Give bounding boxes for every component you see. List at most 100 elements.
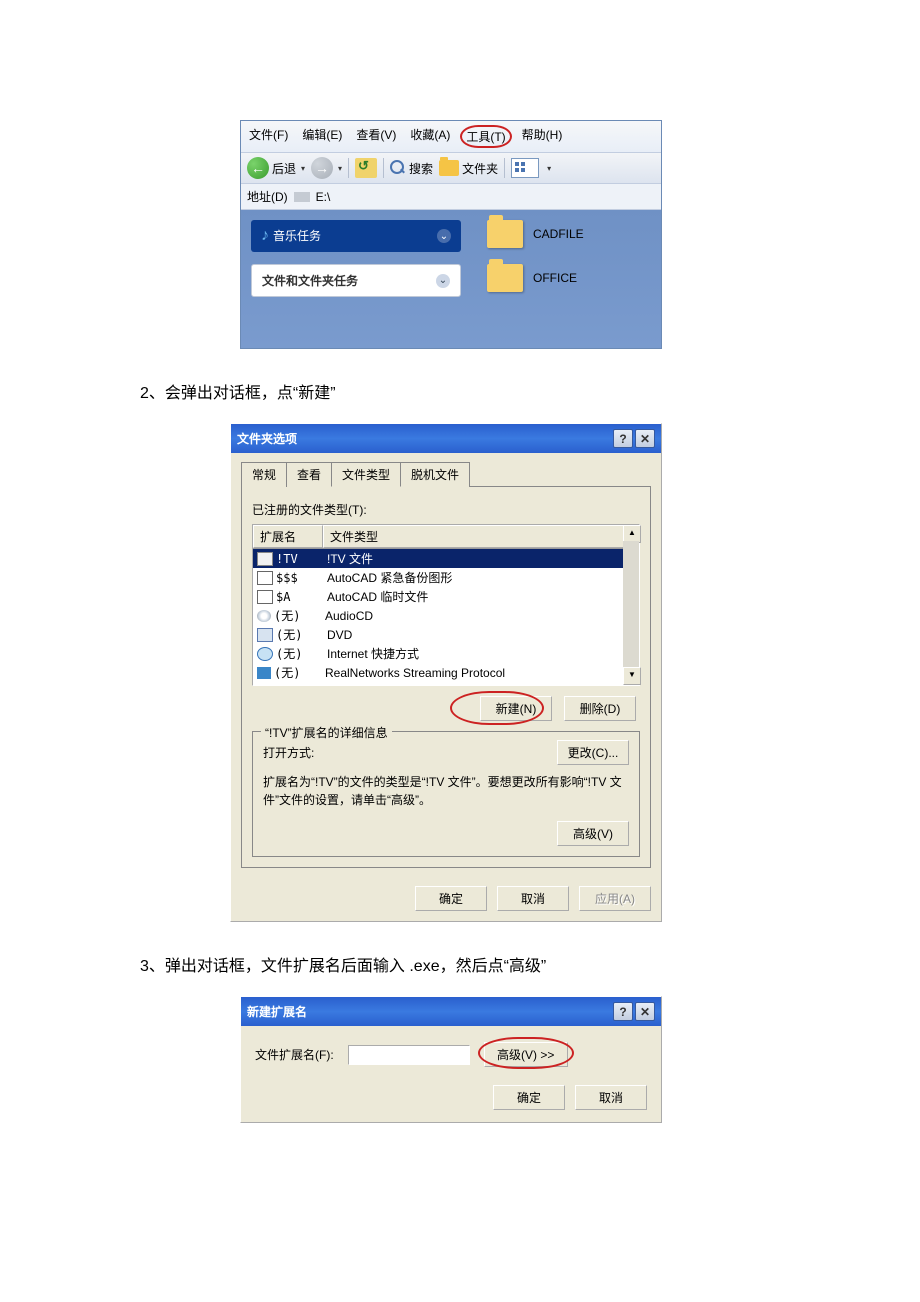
type-cell: AutoCAD 紧急备份图形 <box>327 569 452 586</box>
folder-item[interactable]: OFFICE <box>487 264 584 292</box>
type-cell: Internet 快捷方式 <box>327 645 419 662</box>
ext-cell: !TV <box>276 552 324 566</box>
ext-cell: $A <box>276 590 324 604</box>
tab-general[interactable]: 常规 <box>241 462 287 487</box>
real-icon <box>257 667 271 679</box>
menu-tools[interactable]: 工具(T) <box>460 125 511 148</box>
open-with-label: 打开方式: <box>263 744 314 761</box>
ext-cell: (无) <box>274 664 322 681</box>
file-icon <box>257 571 273 585</box>
col-filetype: 文件类型 <box>323 525 639 548</box>
ext-cell: (无) <box>276 645 324 662</box>
type-cell: RealNetworks Streaming Protocol <box>325 666 505 680</box>
menu-edit[interactable]: 编辑(E) <box>302 126 342 147</box>
toolbar: 后退 ▾ ▾ 搜索 文件夹 ▾ <box>241 153 661 184</box>
folder-item[interactable]: CADFILE <box>487 220 584 248</box>
type-cell: AutoCAD 临时文件 <box>327 588 428 605</box>
list-item[interactable]: (无) DVD <box>253 625 639 644</box>
titlebar: 文件夹选项 ? ✕ <box>231 424 661 453</box>
groupbox-title: “!TV”扩展名的详细信息 <box>261 724 392 741</box>
menu-favorites[interactable]: 收藏(A) <box>410 126 450 147</box>
tab-offline[interactable]: 脱机文件 <box>400 462 470 487</box>
menu-help[interactable]: 帮助(H) <box>522 126 563 147</box>
ext-cell: $$$ <box>276 571 324 585</box>
menu-view[interactable]: 查看(V) <box>356 126 396 147</box>
col-extension: 扩展名 <box>253 525 323 548</box>
search-label: 搜索 <box>409 160 433 177</box>
back-icon <box>247 157 269 179</box>
music-tasks-pane[interactable]: ♪音乐任务 ⌄ <box>251 220 461 252</box>
titlebar: 新建扩展名 ? ✕ <box>241 997 661 1026</box>
list-item[interactable]: $$$ AutoCAD 紧急备份图形 <box>253 568 639 587</box>
search-icon <box>390 160 406 176</box>
up-button[interactable] <box>355 158 377 178</box>
change-button[interactable]: 更改(C)... <box>557 740 629 765</box>
folder-icon <box>439 160 459 176</box>
step-3-text: 3、弹出对话框，文件扩展名后面输入 .exe，然后点“高级” <box>140 952 780 976</box>
address-value[interactable]: E:\ <box>316 190 331 204</box>
tabs: 常规 查看 文件类型 脱机文件 <box>241 461 651 487</box>
type-cell: AudioCD <box>325 609 373 623</box>
dialog-footer: 确定 取消 应用(A) <box>231 878 661 921</box>
folder-name: OFFICE <box>533 271 577 285</box>
cd-icon <box>257 610 271 622</box>
menu-file[interactable]: 文件(F) <box>249 126 288 147</box>
file-icon <box>257 590 273 604</box>
dialog-title: 文件夹选项 <box>237 430 297 447</box>
ext-cell: (无) <box>274 607 322 624</box>
list-item[interactable]: (无) AudioCD <box>253 606 639 625</box>
extension-input[interactable] <box>348 1045 470 1065</box>
ok-button[interactable]: 确定 <box>415 886 487 911</box>
delete-button[interactable]: 删除(D) <box>564 696 636 721</box>
ok-button[interactable]: 确定 <box>493 1085 565 1110</box>
cancel-button[interactable]: 取消 <box>575 1085 647 1110</box>
list-item[interactable]: (无) RealNetworks Streaming Protocol <box>253 663 639 681</box>
back-label: 后退 <box>272 160 296 177</box>
apply-button[interactable]: 应用(A) <box>579 886 651 911</box>
list-item[interactable]: $A AutoCAD 临时文件 <box>253 587 639 606</box>
registered-types-label: 已注册的文件类型(T): <box>252 501 640 518</box>
chevron-icon: ⌄ <box>436 274 450 288</box>
extension-label: 文件扩展名(F): <box>255 1046 334 1063</box>
tab-view[interactable]: 查看 <box>286 462 332 487</box>
filetypes-listbox[interactable]: 扩展名 文件类型 !TV !TV 文件 $$$ AutoCAD 紧急备份图形 <box>252 524 640 686</box>
search-button[interactable]: 搜索 <box>390 160 433 177</box>
list-item[interactable]: (无) Internet 快捷方式 <box>253 644 639 663</box>
scrollbar[interactable]: ▲ ▼ <box>623 525 639 685</box>
cancel-button[interactable]: 取消 <box>497 886 569 911</box>
help-button[interactable]: ? <box>613 429 633 448</box>
list-item[interactable]: !TV !TV 文件 <box>253 549 639 568</box>
folder-options-dialog: 文件夹选项 ? ✕ 常规 查看 文件类型 脱机文件 已注册的文件类型(T): 扩… <box>230 423 662 922</box>
scrollbar-track <box>623 541 639 669</box>
address-bar: 地址(D) E:\ <box>241 184 661 210</box>
type-cell: DVD <box>327 628 352 642</box>
forward-button[interactable]: ▾ <box>311 157 342 179</box>
help-button[interactable]: ? <box>613 1002 633 1021</box>
tasks-panel: ♪ 音乐任务 ⌄ 文件和文件夹任务 ⌄ <box>251 220 461 338</box>
dialog-title: 新建扩展名 <box>247 1003 307 1020</box>
ie-icon <box>257 647 273 661</box>
file-icon <box>257 552 273 566</box>
advanced-button[interactable]: 高级(V) <box>557 821 629 846</box>
tab-filetypes[interactable]: 文件类型 <box>331 462 401 487</box>
folders-button[interactable]: 文件夹 <box>439 160 498 177</box>
music-icon: ♪ <box>261 227 269 244</box>
toolbar-divider <box>383 158 384 178</box>
dialog-footer: 确定 取消 <box>241 1079 661 1122</box>
scroll-down-button[interactable]: ▼ <box>623 667 641 685</box>
type-description: 扩展名为“!TV”的文件的类型是“!TV 文件”。要想更改所有影响“!TV 文件… <box>263 773 629 809</box>
close-button[interactable]: ✕ <box>635 1002 655 1021</box>
folder-icon <box>487 264 523 292</box>
ext-cell: (无) <box>276 626 324 643</box>
toolbar-divider <box>348 158 349 178</box>
close-button[interactable]: ✕ <box>635 429 655 448</box>
music-tasks-label: 音乐任务 <box>273 229 321 243</box>
views-button[interactable] <box>511 158 539 178</box>
back-button[interactable]: 后退 ▾ <box>247 157 305 179</box>
dropdown-icon: ▾ <box>547 164 551 173</box>
listbox-header: 扩展名 文件类型 <box>253 525 639 549</box>
explorer-window: 文件(F) 编辑(E) 查看(V) 收藏(A) 工具(T) 帮助(H) 后退 ▾… <box>240 120 662 349</box>
file-tasks-pane[interactable]: 文件和文件夹任务 ⌄ <box>251 264 461 297</box>
folders-column: CADFILE OFFICE <box>487 220 584 338</box>
drive-icon <box>294 192 310 202</box>
